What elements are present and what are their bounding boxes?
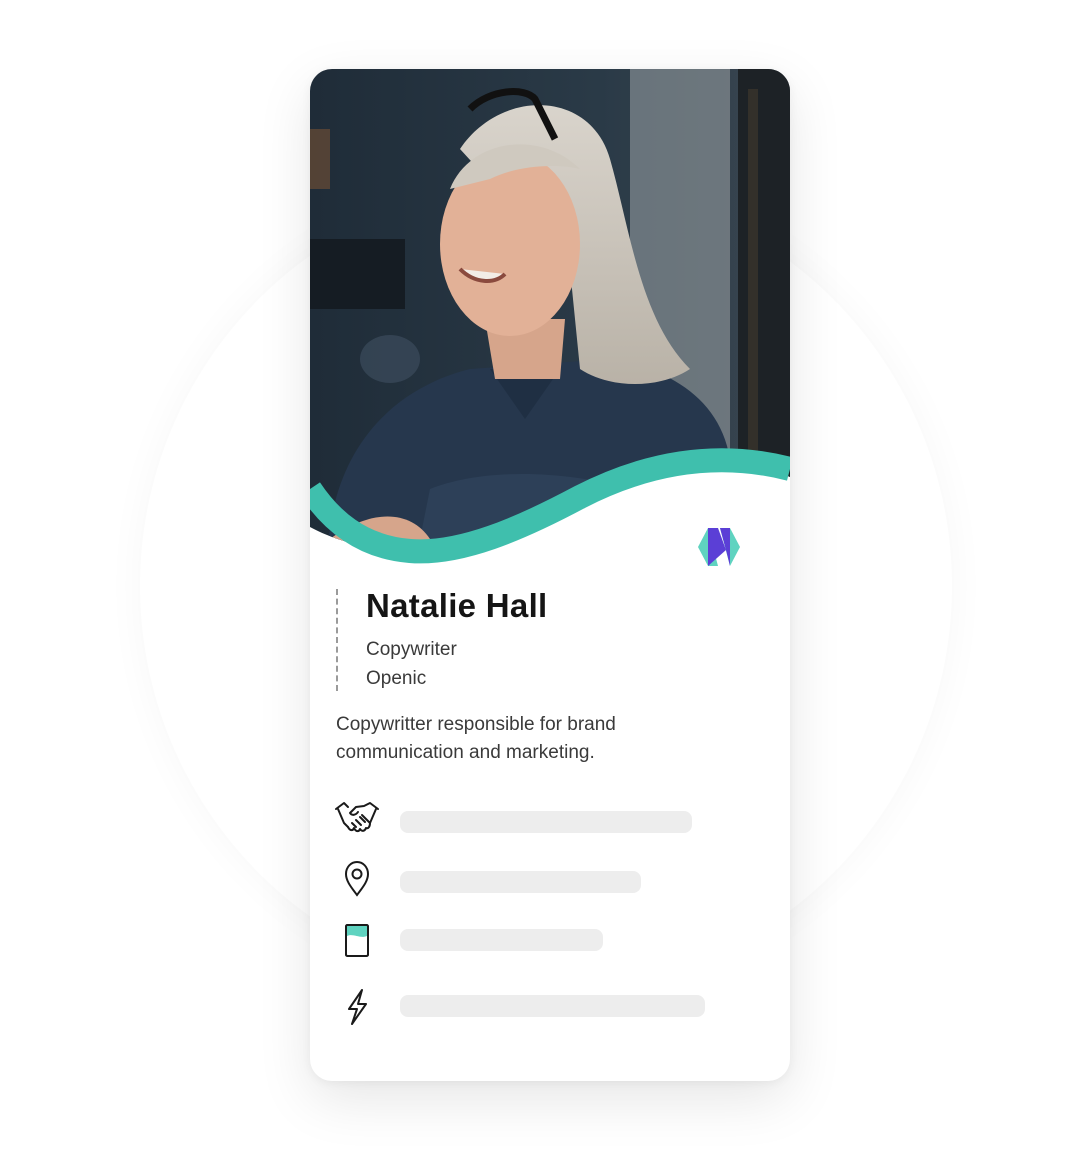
info-row-card	[334, 919, 754, 963]
openic-logo-icon	[696, 524, 742, 570]
identity-block: Natalie Hall Copywriter Openic	[336, 587, 548, 691]
profile-photo	[310, 69, 790, 589]
id-card-icon	[334, 919, 380, 963]
info-value-placeholder	[400, 811, 692, 833]
profile-name: Natalie Hall	[366, 587, 548, 624]
info-row-lightning	[334, 985, 754, 1029]
info-value-placeholder	[400, 929, 603, 951]
handshake-icon	[334, 797, 380, 841]
info-row-handshake	[334, 797, 754, 841]
page: Natalie Hall Copywriter Openic Copywritt…	[0, 0, 1092, 1160]
profile-card: Natalie Hall Copywriter Openic Copywritt…	[310, 69, 790, 1081]
info-value-placeholder	[400, 871, 641, 893]
location-pin-icon	[334, 857, 380, 901]
profile-description: Copywritter responsible for brand commun…	[336, 714, 616, 763]
profile-role: Copywriter	[366, 639, 457, 660]
info-value-placeholder	[400, 995, 705, 1017]
info-row-location	[334, 857, 754, 901]
profile-company: Openic	[366, 668, 427, 689]
lightning-icon	[334, 985, 380, 1029]
